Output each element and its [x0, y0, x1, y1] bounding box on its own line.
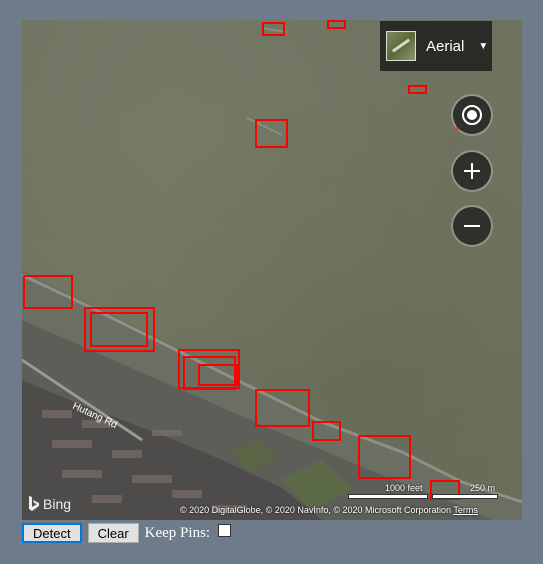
detection-box [408, 85, 427, 94]
zoom-in-button[interactable] [453, 152, 491, 190]
zoom-out-button[interactable] [453, 207, 491, 245]
scale-bar: 1000 feet 250 m [348, 483, 498, 503]
scale-meters-label: 250 m [470, 483, 496, 493]
bing-icon [29, 496, 39, 511]
detection-box [262, 22, 285, 36]
bing-label: Bing [43, 496, 72, 512]
detection-box [255, 389, 310, 427]
detection-box [90, 312, 148, 347]
chevron-down-icon: ▼ [478, 40, 489, 52]
copyright-text: © 2020 DigitalGlobe, © 2020 NavInfo, © 2… [180, 505, 452, 515]
terms-link[interactable]: Terms [453, 505, 478, 515]
shore-land: Hutang Rd [22, 27, 522, 520]
detection-controls: Detect Clear Keep Pins: [22, 523, 232, 543]
detection-box [358, 435, 411, 479]
detect-button[interactable]: Detect [22, 523, 82, 543]
aerial-map[interactable]: Hutang Rd Aerial ▼ Bing 1000 feet 250 m … [22, 20, 522, 520]
map-style-selector[interactable]: Aerial ▼ [380, 21, 492, 71]
scale-line-meters [432, 494, 498, 499]
keep-pins-label: Keep Pins: [144, 524, 211, 541]
aerial-thumbnail-icon [386, 31, 416, 61]
minus-icon [464, 225, 480, 227]
map-copyright: © 2020 DigitalGlobe, © 2020 NavInfo, © 2… [180, 505, 478, 515]
detection-box [255, 119, 288, 148]
map-style-label: Aerial [426, 37, 465, 55]
scale-line-feet [348, 494, 428, 499]
detection-box [23, 275, 73, 309]
detection-box [198, 364, 238, 386]
locate-me-button[interactable] [453, 96, 491, 134]
locate-icon [462, 105, 482, 125]
keep-pins-checkbox[interactable] [218, 523, 232, 537]
bing-logo[interactable]: Bing [28, 496, 71, 512]
clear-button[interactable]: Clear [87, 523, 139, 543]
scale-feet-label: 1000 feet [385, 483, 423, 493]
detection-box [312, 421, 341, 441]
plus-icon [464, 163, 480, 179]
detection-box [327, 20, 346, 29]
